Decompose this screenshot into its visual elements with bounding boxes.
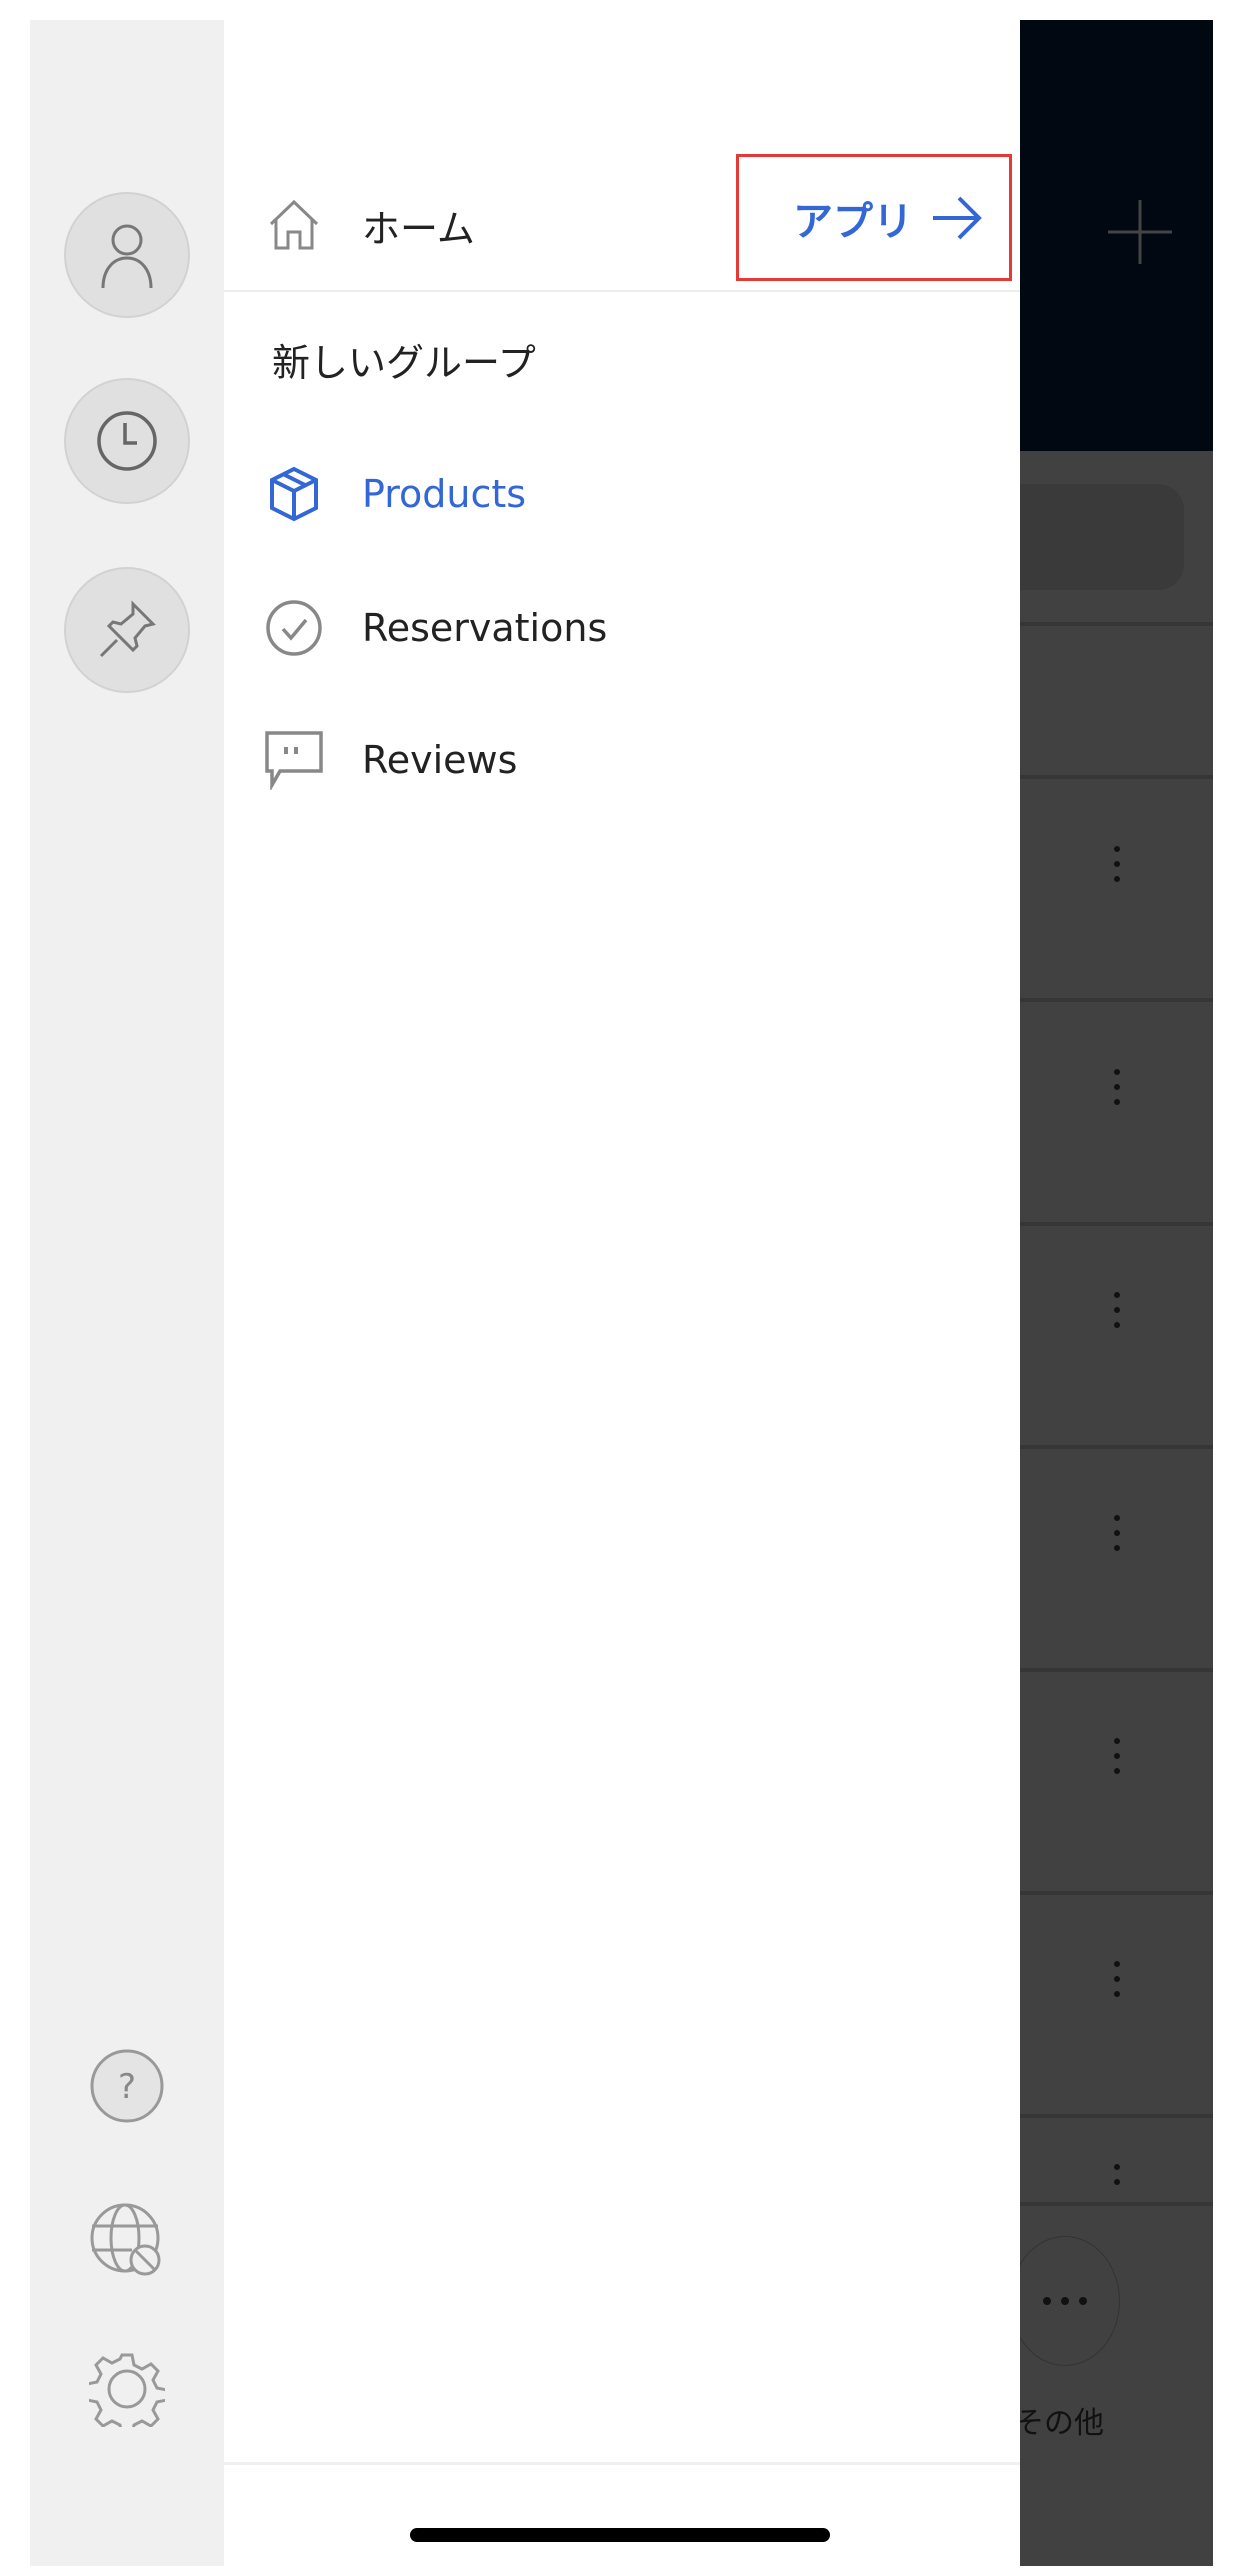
divider: [224, 2462, 1020, 2465]
more-vert-icon: [1114, 846, 1120, 891]
more-icon: [1020, 2236, 1120, 2366]
home-icon: [264, 198, 324, 252]
nav-item-reviews[interactable]: Reviews: [224, 705, 1020, 815]
settings-button[interactable]: [77, 2349, 177, 2429]
recent-button[interactable]: [64, 378, 190, 504]
group-title: 新しいグループ: [272, 341, 536, 385]
more-vert-icon: [1114, 1738, 1120, 1783]
more-vert-icon: [1114, 1069, 1120, 1114]
more-vert-icon: [1114, 2164, 1120, 2194]
more-label: その他: [1020, 2406, 1104, 2441]
background-search: [1020, 484, 1184, 590]
nav-item-products[interactable]: Products: [224, 439, 1020, 549]
language-button[interactable]: [77, 2200, 177, 2280]
clock-icon: [97, 411, 157, 471]
dimmed-background[interactable]: その他: [1020, 20, 1213, 2566]
pinned-button[interactable]: [64, 567, 190, 693]
more-vert-icon: [1114, 1292, 1120, 1337]
help-icon: ?: [90, 2049, 164, 2123]
home-label: ホーム: [362, 206, 475, 251]
nav-item-label: Products: [362, 472, 527, 516]
nav-item-label: Reviews: [362, 738, 518, 782]
more-vert-icon: [1114, 1961, 1120, 2006]
left-rail: ?: [30, 20, 224, 2566]
home-indicator: [410, 2528, 830, 2542]
gear-icon: [89, 2353, 165, 2427]
apps-link[interactable]: アプリ: [736, 154, 1012, 281]
profile-button[interactable]: [64, 192, 190, 318]
check-circle-icon: [264, 599, 324, 657]
plus-icon: [1108, 200, 1172, 264]
navigation-drawer: ホーム アプリ 新しいグループ Products Reservations Re…: [224, 20, 1020, 2566]
globe-blocked-icon: [90, 2203, 161, 2276]
pin-icon: [99, 600, 156, 658]
nav-item-label: Reservations: [362, 606, 608, 650]
nav-item-reservations[interactable]: Reservations: [224, 573, 1020, 683]
divider: [224, 290, 1020, 292]
apps-link-label: アプリ: [793, 198, 913, 245]
comment-icon: [264, 730, 324, 790]
person-icon: [101, 224, 153, 289]
box-icon: [264, 466, 324, 522]
svg-text:?: ?: [118, 2067, 136, 2107]
help-button[interactable]: ?: [77, 2046, 177, 2126]
background-header: [1020, 20, 1213, 451]
arrow-right-icon: [933, 196, 982, 239]
more-vert-icon: [1114, 1515, 1120, 1560]
